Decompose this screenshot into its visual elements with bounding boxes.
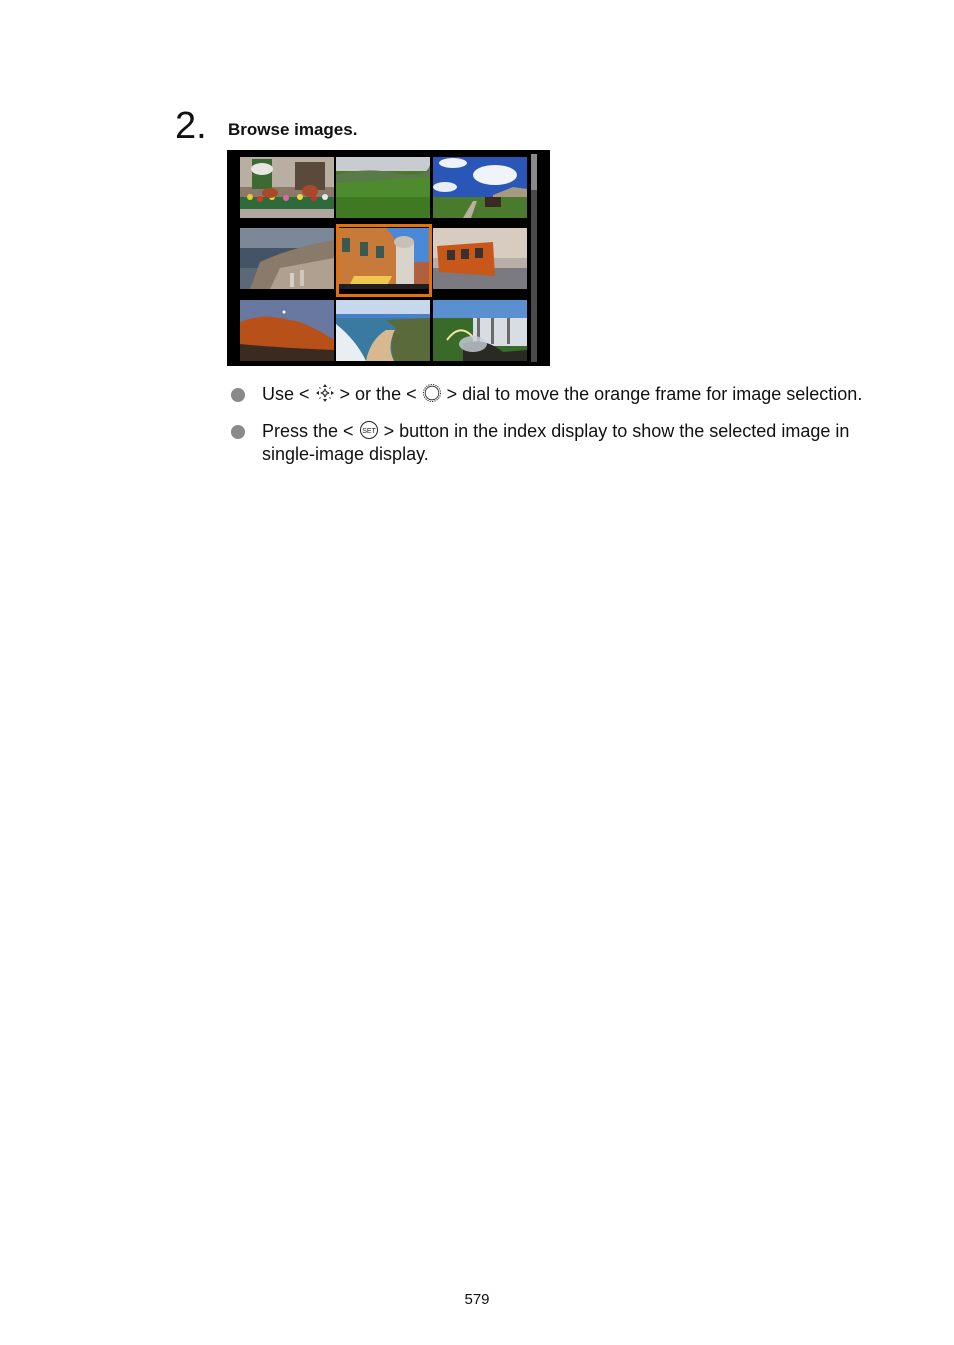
instruction-item: Press the < SET > button in the index di… (230, 420, 880, 466)
thumbnail-waterfall[interactable] (433, 300, 527, 361)
instruction-text: > or the < (334, 384, 422, 404)
instruction-text: > dial to move the orange frame for imag… (441, 384, 863, 404)
selection-frame (336, 224, 432, 297)
instruction-item: Use < > or the < > dial to move the oran… (230, 383, 880, 406)
step-title: Browse images. (228, 120, 358, 139)
scrollbar[interactable] (531, 154, 537, 362)
page-number: 579 (464, 1291, 490, 1308)
thumbnail-red-cliff[interactable] (240, 300, 334, 361)
bullet-dot (231, 425, 245, 439)
thumbnail-alpine-hut[interactable] (433, 157, 527, 218)
quick-control-dial-icon (422, 383, 442, 403)
multi-controller-icon (315, 383, 335, 403)
instruction-text: Use < (262, 384, 315, 404)
instruction-text: Press the < (262, 421, 359, 441)
svg-text:SET: SET (362, 428, 376, 435)
step-number: 2. (175, 105, 207, 147)
camera-index-display (227, 150, 550, 366)
bullet-dot (231, 388, 245, 402)
thumbnail-orange-tram[interactable] (433, 228, 527, 289)
thumbnail-coastal-city[interactable] (240, 228, 334, 289)
thumbnail-beach[interactable] (336, 300, 430, 361)
scrollbar-thumb[interactable] (531, 154, 537, 190)
instruction-list: Use < > or the < > dial to move the oran… (230, 383, 880, 480)
set-button-icon: SET (359, 420, 379, 440)
thumbnail-meadow[interactable] (336, 157, 430, 218)
thumbnail-storefront[interactable] (240, 157, 334, 218)
